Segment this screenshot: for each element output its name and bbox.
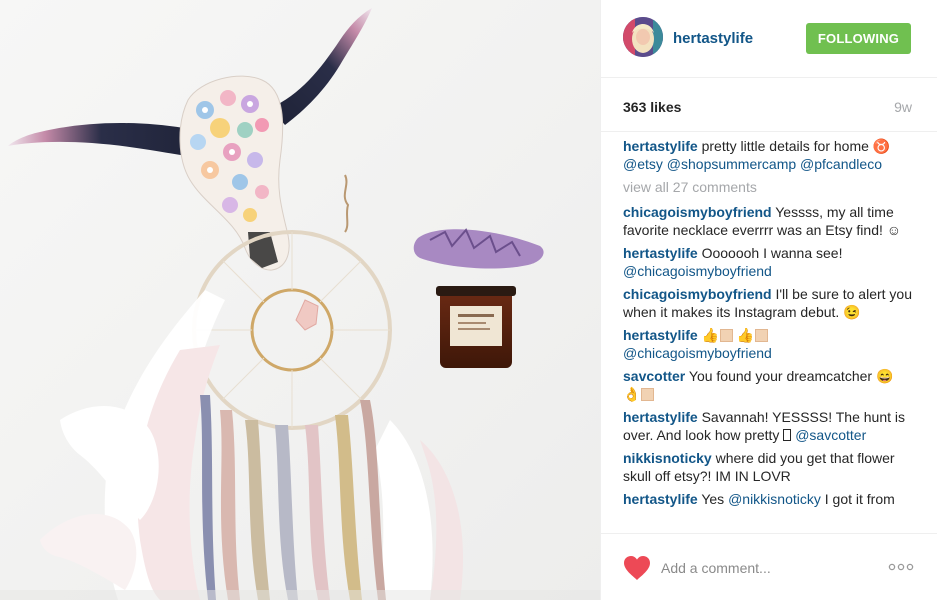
post-author-username[interactable]: hertastylife <box>673 30 753 47</box>
mention-link[interactable]: @pfcandleco <box>800 156 882 172</box>
mention-link[interactable]: @etsy <box>623 156 663 172</box>
mention-link[interactable]: @nikkisnoticky <box>728 491 821 507</box>
add-comment-input[interactable] <box>661 555 881 581</box>
comment-text: 👌 <box>623 386 641 402</box>
photo-illustration <box>0 0 600 600</box>
post-actions <box>601 533 937 600</box>
comment-item: hertastylife Ooooooh I wanna see! @chica… <box>623 244 919 280</box>
comment-username[interactable]: nikkisnoticky <box>623 450 712 466</box>
caption: hertastylife pretty little details for h… <box>623 137 919 173</box>
mention-link[interactable]: @savcotter <box>795 427 866 443</box>
missing-glyph-icon <box>783 429 792 441</box>
comments-list[interactable]: hertastylife pretty little details for h… <box>623 137 919 533</box>
following-button[interactable]: FOLLOWING <box>806 23 911 54</box>
comment-text: Yes <box>697 491 729 507</box>
post-sidebar: hertastylife FOLLOWING 363 likes 9w hert… <box>600 0 937 600</box>
comment-text: 👍 <box>736 327 755 343</box>
comment-username[interactable]: hertastylife <box>623 245 698 261</box>
mention-link[interactable]: @shopsummercamp <box>667 156 796 172</box>
comment-username[interactable]: chicagoismyboyfriend <box>623 204 772 220</box>
comment-item: hertastylife 👍 👍 @chicagoismyboyfriend <box>623 326 919 362</box>
post-photo[interactable] <box>0 0 600 600</box>
ellipsis-icon[interactable] <box>887 561 915 573</box>
skin-tone-swatch-icon <box>755 329 769 342</box>
skin-tone-swatch-icon <box>641 388 655 401</box>
skin-tone-swatch-icon <box>720 329 734 342</box>
post-stats: 363 likes 9w <box>601 78 937 132</box>
view-all-comments-link[interactable]: view all 27 comments <box>623 178 919 196</box>
avatar-image <box>623 17 663 57</box>
comment-item: chicagoismyboyfriend Yessss, my all time… <box>623 203 919 239</box>
post-modal: hertastylife FOLLOWING 363 likes 9w hert… <box>0 0 937 600</box>
mention-link[interactable]: @chicagoismyboyfriend <box>623 263 772 279</box>
comment-username[interactable]: hertastylife <box>623 327 698 343</box>
comment-text: 👍 <box>697 327 720 343</box>
comment-item: hertastylife Savannah! YESSSS! The hunt … <box>623 408 919 444</box>
likes-count[interactable]: 363 likes <box>623 99 681 115</box>
comment-username[interactable]: hertastylife <box>623 138 698 154</box>
comment-text: Ooooooh I wanna see! <box>697 245 843 261</box>
caption-text: pretty little details for home ♉ <box>697 138 891 154</box>
comment-username[interactable]: savcotter <box>623 368 685 384</box>
comment-text: You found your dreamcatcher 😄 <box>685 368 894 384</box>
comment-username[interactable]: hertastylife <box>623 409 698 425</box>
comment-item: savcotter You found your dreamcatcher 😄 … <box>623 367 919 403</box>
comment-item: nikkisnoticky where did you get that flo… <box>623 449 919 485</box>
comment-item: chicagoismyboyfriend I'll be sure to ale… <box>623 285 919 321</box>
heart-icon[interactable] <box>623 555 651 581</box>
profile-avatar[interactable] <box>623 17 663 57</box>
mention-link[interactable]: @chicagoismyboyfriend <box>623 345 772 361</box>
post-age[interactable]: 9w <box>894 99 912 115</box>
post-header: hertastylife FOLLOWING <box>601 0 937 78</box>
comment-item: hertastylife Yes @nikkisnoticky I got it… <box>623 490 919 508</box>
comment-username[interactable]: chicagoismyboyfriend <box>623 286 772 302</box>
comment-username[interactable]: hertastylife <box>623 491 698 507</box>
comment-text: I got it from <box>820 491 895 507</box>
